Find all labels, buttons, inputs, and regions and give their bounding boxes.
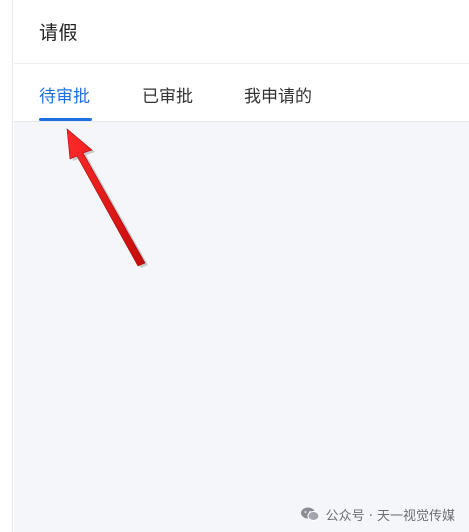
- page-title: 请假: [39, 22, 79, 44]
- tab-my-requests[interactable]: 我申请的: [244, 82, 312, 107]
- watermark-text: 公众号 · 天一视觉传媒: [325, 508, 455, 524]
- app-window: 请假 待审批 已审批 我申请的 公众号 · 天一视觉传媒: [0, 0, 469, 532]
- header-bar: 请假: [14, 0, 469, 64]
- wechat-icon: [300, 507, 320, 521]
- tab-bar: 待审批 已审批 我申请的: [14, 64, 469, 122]
- left-edge-panel: [0, 0, 13, 532]
- tab-approved[interactable]: 已审批: [142, 82, 193, 107]
- content-area: [14, 122, 469, 532]
- tab-pending[interactable]: 待审批: [39, 82, 90, 107]
- watermark: 公众号 · 天一视觉传媒: [300, 503, 455, 525]
- active-tab-indicator: [39, 118, 92, 121]
